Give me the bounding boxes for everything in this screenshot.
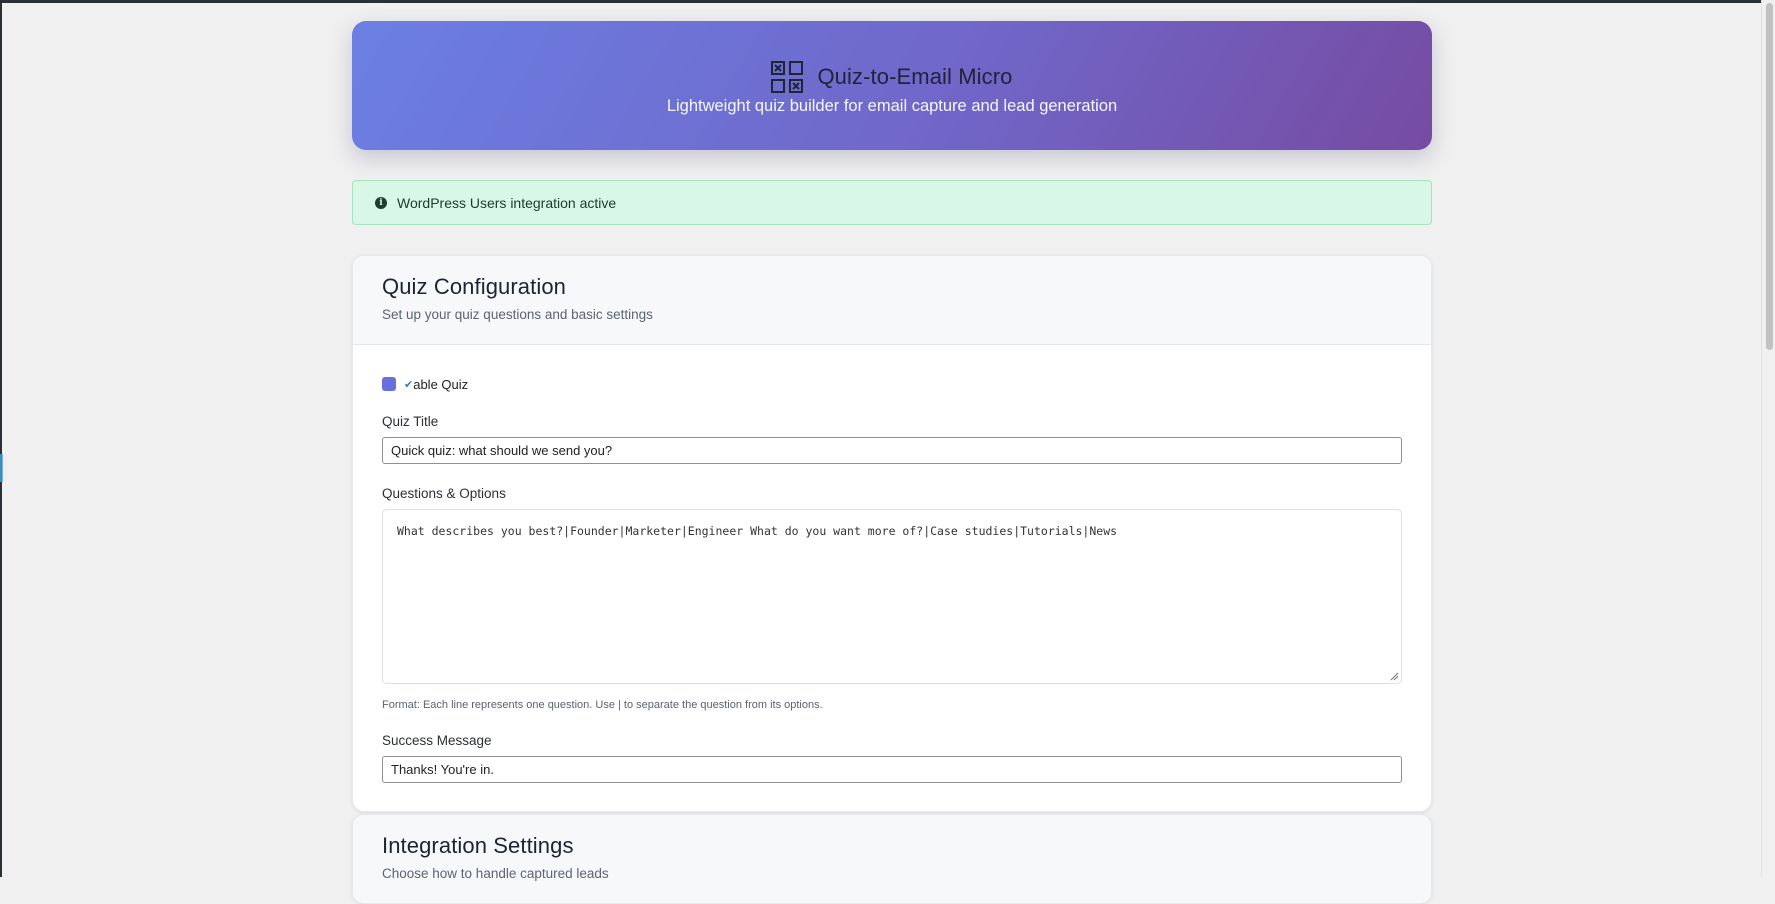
quiz-title-value: Quick quiz: what should we send you? xyxy=(391,443,613,458)
integration-status-alert: i WordPress Users integration active xyxy=(352,180,1432,225)
app-title-row: Quiz-to-Email Micro xyxy=(352,21,1432,93)
info-circle-icon: i xyxy=(375,196,387,209)
enable-quiz-label[interactable]: able Quiz xyxy=(413,377,468,392)
quiz-title-input[interactable]: Quick quiz: what should we send you? xyxy=(382,437,1402,464)
success-message-label: Success Message xyxy=(382,733,492,748)
enable-quiz-checkbox[interactable] xyxy=(382,377,396,391)
questions-label: Questions & Options xyxy=(382,486,506,501)
window-left-edge xyxy=(0,0,2,877)
quiz-configuration-card: Quiz Configuration Set up your quiz ques… xyxy=(352,255,1432,812)
card-header: Quiz Configuration Set up your quiz ques… xyxy=(353,256,1431,345)
questions-value: What describes you best?|Founder|Markete… xyxy=(397,524,1118,538)
card-body: ✔ able Quiz Quiz Title Quick quiz: what … xyxy=(353,345,1431,811)
format-hint: Format: Each line represents one questio… xyxy=(382,699,823,711)
checkmark-icon: ✔ xyxy=(404,378,414,391)
alert-text: WordPress Users integration active xyxy=(397,194,617,211)
section-subtitle: Set up your quiz questions and basic set… xyxy=(382,307,653,322)
success-message-input[interactable]: Thanks! You're in. xyxy=(382,756,1402,783)
section-subtitle: Choose how to handle captured leads xyxy=(382,866,609,881)
quiz-title-label: Quiz Title xyxy=(382,414,439,429)
main-container: Quiz-to-Email Micro Lightweight quiz bui… xyxy=(352,21,1432,904)
section-title: Quiz Configuration xyxy=(382,274,567,299)
enable-quiz-row[interactable]: ✔ able Quiz xyxy=(382,374,1402,394)
section-title: Integration Settings xyxy=(382,833,574,858)
window-top-edge xyxy=(0,0,1762,3)
resize-grip-icon[interactable] xyxy=(1390,672,1399,681)
edge-handle[interactable] xyxy=(0,454,3,482)
integration-settings-card: Integration Settings Choose how to handl… xyxy=(352,814,1432,904)
questions-textarea[interactable]: What describes you best?|Founder|Markete… xyxy=(382,509,1402,684)
qr-code-icon xyxy=(771,60,804,93)
app-title: Quiz-to-Email Micro xyxy=(817,63,1013,89)
scrollbar-thumb[interactable] xyxy=(1766,3,1773,350)
app-subtitle: Lightweight quiz builder for email captu… xyxy=(666,97,1118,115)
success-message-value: Thanks! You're in. xyxy=(391,762,494,777)
card-header: Integration Settings Choose how to handl… xyxy=(353,815,1431,903)
page-scrollbar[interactable] xyxy=(1761,0,1775,877)
app-header: Quiz-to-Email Micro Lightweight quiz bui… xyxy=(352,21,1432,150)
